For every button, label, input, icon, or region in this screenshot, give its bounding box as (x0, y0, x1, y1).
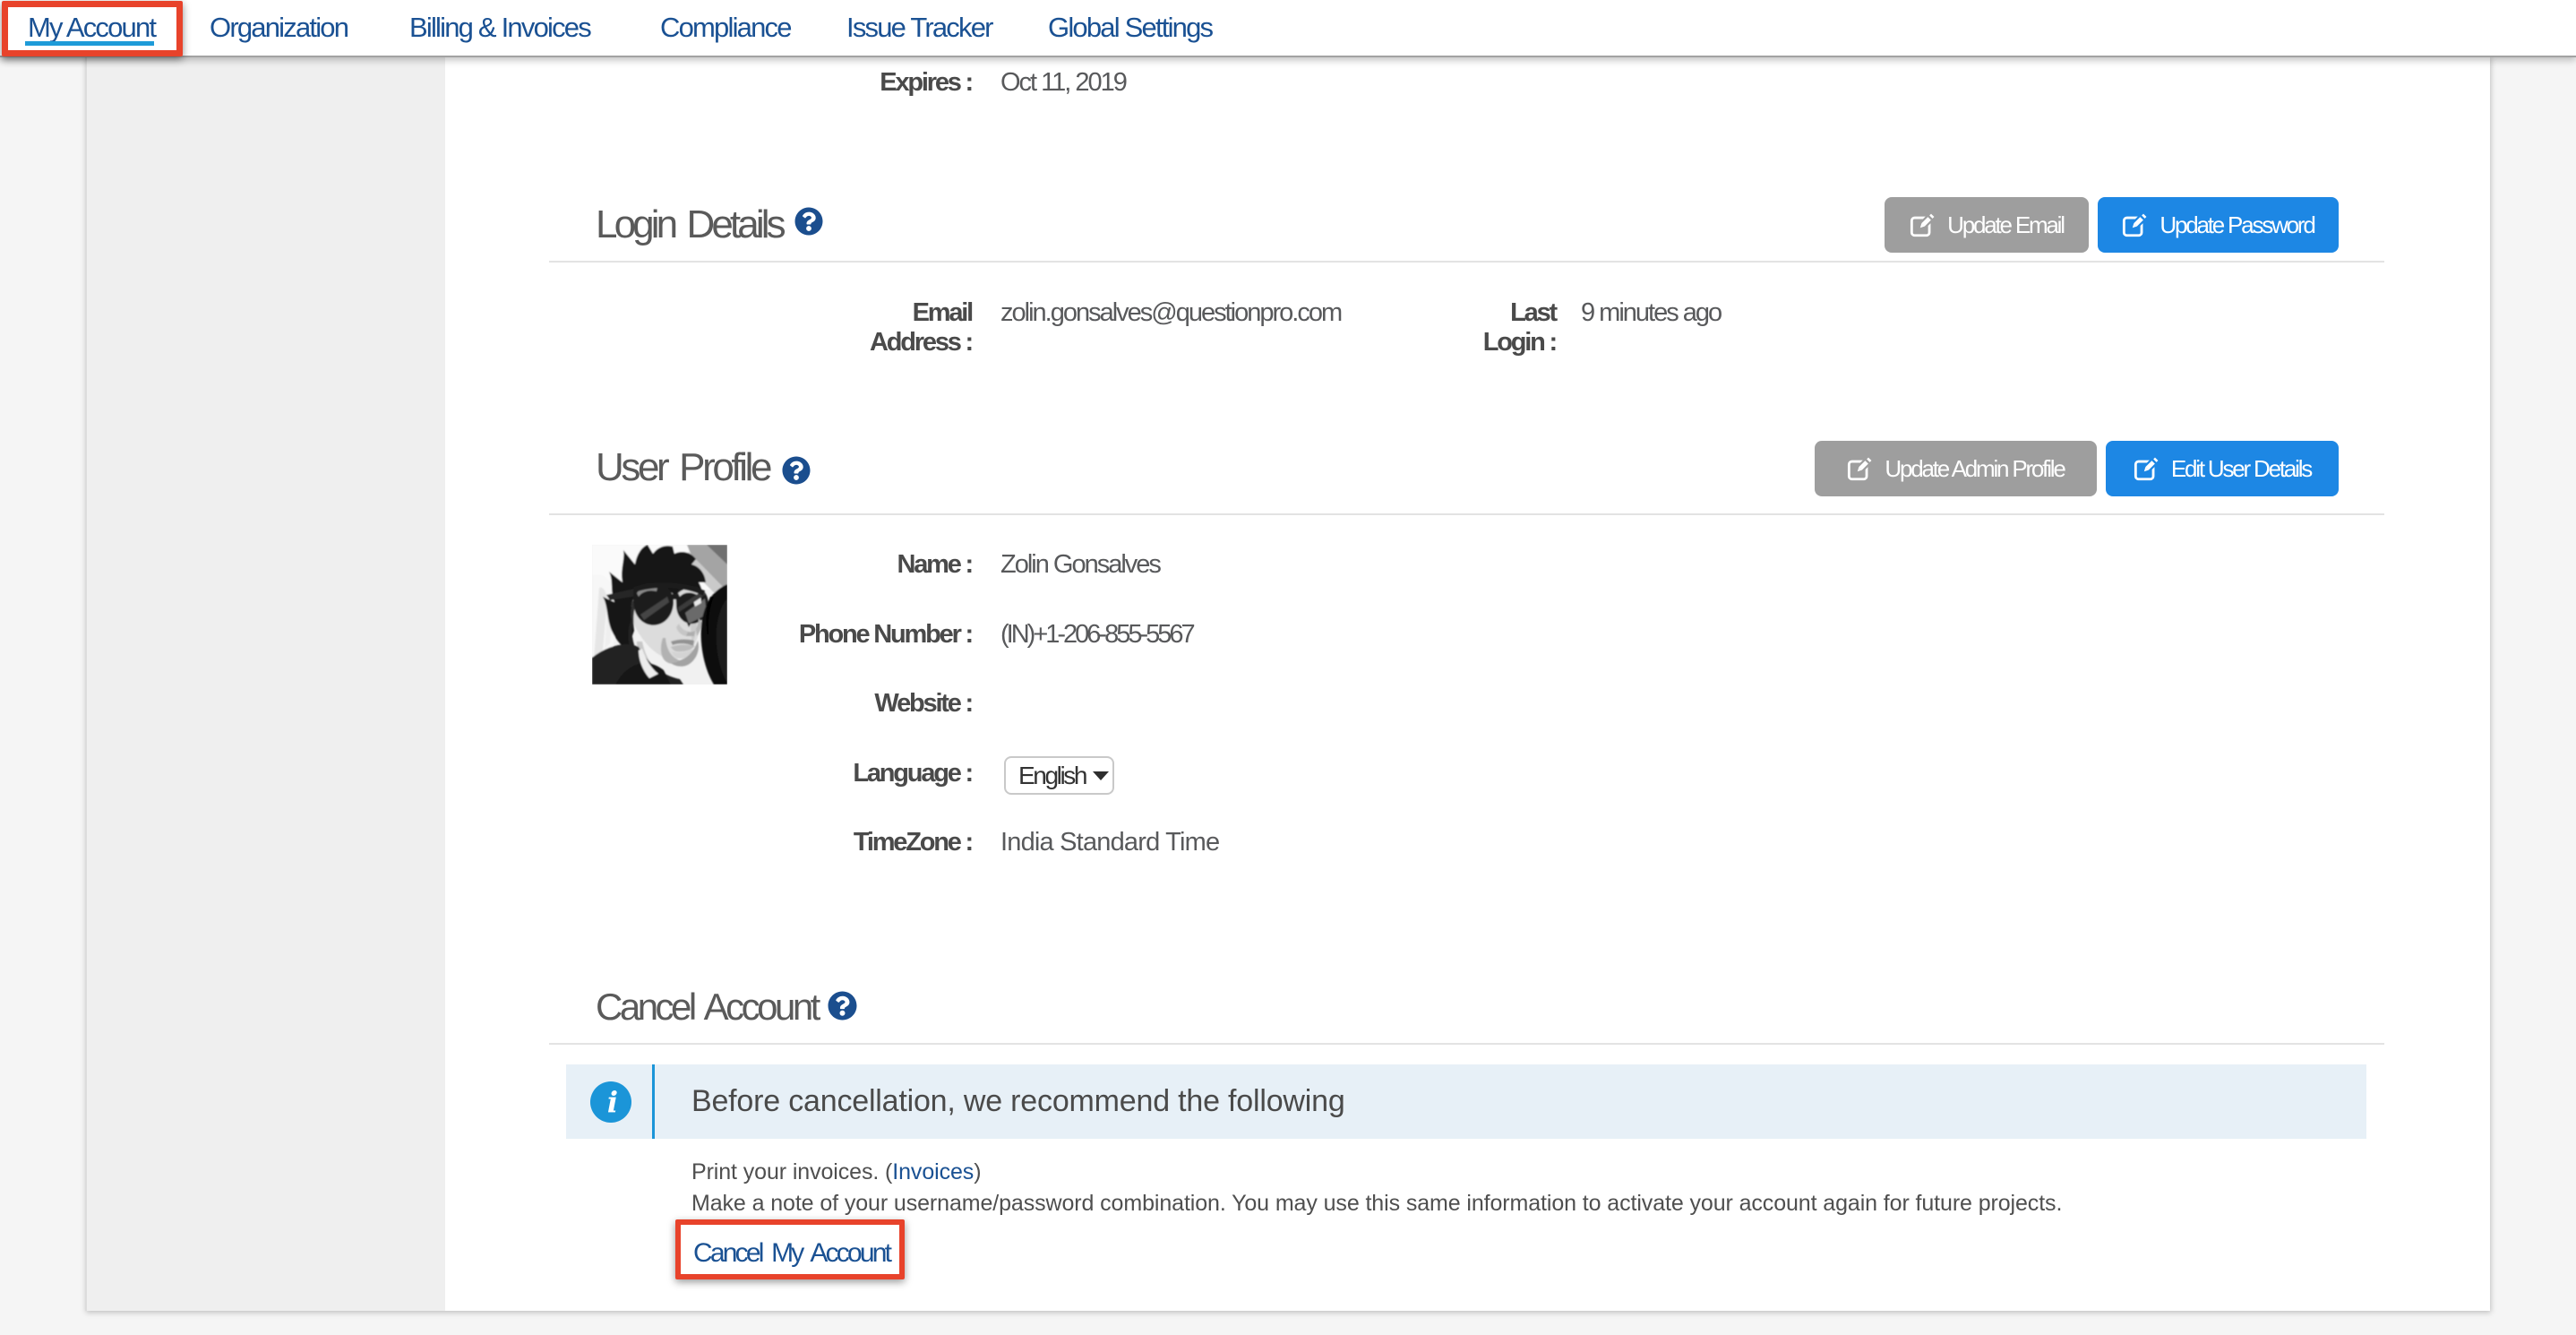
cancel-account-title: Cancel Account (596, 986, 818, 1029)
expires-value: Oct 11, 2019 (1000, 68, 1126, 98)
cancel-tip-invoices: Print your invoices. (Invoices) (691, 1159, 981, 1185)
info-icon: i (590, 1081, 631, 1123)
svg-text:i: i (607, 1085, 618, 1119)
nav-item-issue-tracker[interactable]: Issue Tracker (846, 12, 992, 44)
info-banner-title: Before cancellation, we recommend the fo… (691, 1064, 1345, 1139)
timezone-value: India Standard Time (1000, 828, 1219, 857)
cancel-tip-credentials: Make a note of your username/password co… (691, 1191, 2062, 1217)
help-icon[interactable] (794, 207, 823, 236)
annotation-box-cancel-account (675, 1219, 905, 1279)
annotation-box-my-account (2, 1, 183, 56)
chevron-down-icon (1093, 771, 1109, 780)
website-label: Website : (820, 689, 972, 719)
language-selected-value: English (1018, 762, 1086, 790)
update-admin-profile-button[interactable]: Update Admin Profile (1815, 441, 2097, 496)
name-value: Zolin Gonsalves (1000, 550, 1160, 580)
nav-item-billing-invoices[interactable]: Billing & Invoices (409, 12, 590, 44)
top-navigation: My Account Organization Billing & Invoic… (0, 0, 2576, 57)
help-icon[interactable] (828, 991, 857, 1021)
email-address-value: zolin.gonsalves@questionpro.com (1000, 298, 1341, 328)
expires-label: Expires : (820, 68, 972, 98)
phone-number-value: (IN)+1-206-855-5567 (1000, 620, 1193, 650)
language-label: Language : (820, 759, 972, 788)
last-login-value: 9 minutes ago (1581, 298, 1721, 328)
info-banner: i Before cancellation, we recommend the … (566, 1064, 2366, 1139)
last-login-label: Last Login : (1448, 298, 1556, 357)
phone-number-label: Phone Number : (793, 620, 972, 650)
invoices-link[interactable]: Invoices (892, 1159, 974, 1184)
email-address-label: Email Address : (820, 298, 972, 357)
section-divider (549, 261, 2384, 263)
timezone-label: TimeZone : (820, 828, 972, 857)
user-profile-title: User Profile (596, 445, 769, 490)
info-banner-accent-line (652, 1064, 655, 1139)
settings-sidebar (87, 56, 445, 1311)
name-label: Name : (820, 550, 972, 580)
update-password-button[interactable]: Update Password (2098, 197, 2339, 253)
login-details-title: Login Details (596, 202, 783, 247)
nav-item-compliance[interactable]: Compliance (660, 12, 791, 44)
section-divider (549, 1043, 2384, 1045)
update-email-button[interactable]: Update Email (1885, 197, 2089, 253)
nav-item-global-settings[interactable]: Global Settings (1048, 12, 1212, 44)
profile-photo (592, 545, 727, 685)
nav-item-organization[interactable]: Organization (210, 12, 348, 44)
help-icon[interactable] (782, 456, 811, 485)
section-divider (549, 513, 2384, 515)
edit-user-details-button[interactable]: Edit User Details (2106, 441, 2339, 496)
language-select[interactable]: English (1004, 756, 1114, 795)
